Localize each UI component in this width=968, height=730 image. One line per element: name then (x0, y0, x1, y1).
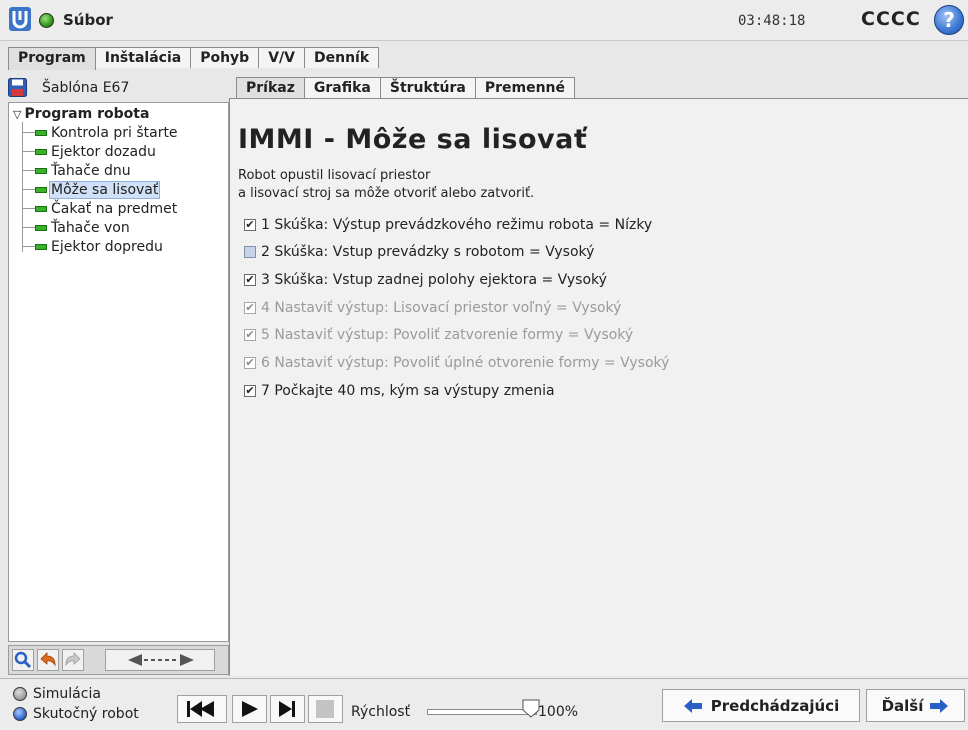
description-line-1: Robot opustil lisovací priestor (238, 168, 431, 183)
robot-status-icon[interactable] (39, 13, 54, 28)
node-icon (35, 205, 47, 212)
save-icon[interactable] (8, 78, 27, 97)
tree-item[interactable]: Kontrola pri štarte (22, 123, 178, 142)
content-tabs: Príkaz Grafika Štruktúra Premenné (236, 77, 575, 98)
ur-logo-icon (9, 7, 31, 31)
command-panel: IMMI - Môže sa lisovať Robot opustil lis… (229, 98, 968, 676)
tab-structure[interactable]: Štruktúra (379, 77, 476, 98)
tree-item-selected[interactable]: Môže sa lisovať (22, 180, 161, 199)
stop-icon (316, 700, 334, 718)
checkbox: ✔ (244, 301, 256, 314)
checkbox[interactable]: ✔ (244, 274, 256, 286)
stop-button[interactable] (308, 695, 343, 723)
move-node-button[interactable] (105, 649, 215, 671)
node-icon (35, 243, 47, 250)
check-item-4: ✔ 4 Nastaviť výstup: Lisovací priestor vo… (244, 300, 622, 316)
top-bar: Súbor 03:48:18 CCCC ? (0, 0, 968, 41)
rewind-button[interactable] (177, 695, 227, 723)
tree-item[interactable]: Čakať na predmet (22, 199, 177, 218)
redo-icon (65, 652, 81, 667)
search-button[interactable] (12, 649, 34, 671)
checkbox[interactable] (244, 246, 256, 258)
simulation-radio-icon[interactable] (13, 687, 27, 701)
play-button[interactable] (232, 695, 267, 723)
simulation-option[interactable]: Simulácia (13, 686, 101, 702)
checkbox[interactable]: ✔ (244, 385, 256, 397)
rewind-icon (187, 701, 214, 717)
speed-value: 100% (538, 704, 579, 720)
search-icon (14, 651, 32, 669)
main-tabs: Program Inštalácia Pohyb V/V Denník (8, 47, 380, 70)
description-line-2: a lisovací stroj sa môže otvoriť alebo z… (238, 186, 535, 201)
check-item-5: ✔ 5 Nastaviť výstup: Povoliť zatvorenie f… (244, 327, 634, 343)
check-item-3[interactable]: ✔ 3 Skúška: Vstup zadnej polohy ejektora … (244, 270, 607, 290)
speed-label: Rýchlosť (351, 704, 411, 720)
check-item-7[interactable]: ✔ 7 Počkajte 40 ms, kým sa výstupy zmenia (244, 381, 555, 401)
tab-command[interactable]: Príkaz (236, 77, 305, 98)
help-icon[interactable]: ? (934, 5, 964, 35)
tree-item[interactable]: Ťahače dnu (22, 161, 131, 180)
redo-button[interactable] (62, 649, 84, 671)
tree-toolbar (8, 645, 229, 675)
tree-item[interactable]: Ťahače von (22, 218, 130, 237)
clock: 03:48:18 (738, 13, 806, 29)
real-robot-radio-icon[interactable] (13, 707, 27, 721)
speed-slider[interactable] (427, 709, 537, 715)
step-forward-icon (279, 701, 295, 717)
check-item-2[interactable]: 2 Skúška: Vstup prevádzky s robotom = Vy… (244, 242, 594, 262)
template-label: Šablóna E67 (42, 80, 130, 96)
check-item-1[interactable]: ✔ 1 Skúška: Výstup prevádzkového režimu r… (244, 215, 652, 235)
arrow-right-icon (930, 698, 949, 713)
node-icon (35, 224, 47, 231)
real-robot-option[interactable]: Skutočný robot (13, 706, 139, 722)
tab-installation[interactable]: Inštalácia (94, 47, 192, 68)
undo-icon (40, 652, 56, 667)
bottom-bar: Simulácia Skutočný robot Rýchlosť 100% P… (0, 678, 968, 730)
play-icon (242, 701, 258, 717)
template-row[interactable]: Šablóna E67 (8, 76, 229, 100)
tab-io[interactable]: V/V (258, 47, 305, 68)
arrow-left-icon (683, 698, 702, 713)
robot-name: CCCC (861, 8, 921, 30)
checkbox: ✔ (244, 356, 256, 369)
file-menu[interactable]: Súbor (63, 11, 113, 29)
check-item-6: ✔ 6 Nastaviť výstup: Povoliť úplné otvore… (244, 355, 670, 371)
page-title: IMMI - Môže sa lisovať (238, 124, 588, 155)
program-tree-panel: Šablóna E67 ▽ Program robota Kontrola pri… (8, 72, 229, 676)
tab-move[interactable]: Pohyb (190, 47, 260, 68)
tree-item[interactable]: Ejektor dozadu (22, 142, 156, 161)
node-icon (35, 167, 47, 174)
tab-graphics[interactable]: Grafika (303, 77, 381, 98)
previous-button[interactable]: Predchádzajúci (662, 689, 860, 722)
tree-item[interactable]: Ejektor dopredu (22, 237, 163, 256)
expand-triangle-icon[interactable]: ▽ (13, 108, 21, 121)
step-button[interactable] (270, 695, 305, 723)
tab-log[interactable]: Denník (304, 47, 380, 68)
tab-variables[interactable]: Premenné (474, 77, 575, 98)
checkbox[interactable]: ✔ (244, 219, 256, 231)
tree-root[interactable]: ▽ Program robota (13, 106, 149, 122)
program-tree[interactable]: ▽ Program robota Kontrola pri štarte Ejek… (8, 102, 229, 642)
undo-button[interactable] (37, 649, 59, 671)
node-icon (35, 148, 47, 155)
checkbox: ✔ (244, 328, 256, 341)
left-right-arrow-icon (128, 654, 194, 666)
node-icon (35, 129, 47, 136)
next-button[interactable]: Ďalší (866, 689, 965, 722)
node-icon (35, 186, 47, 193)
tab-program[interactable]: Program (8, 47, 96, 70)
